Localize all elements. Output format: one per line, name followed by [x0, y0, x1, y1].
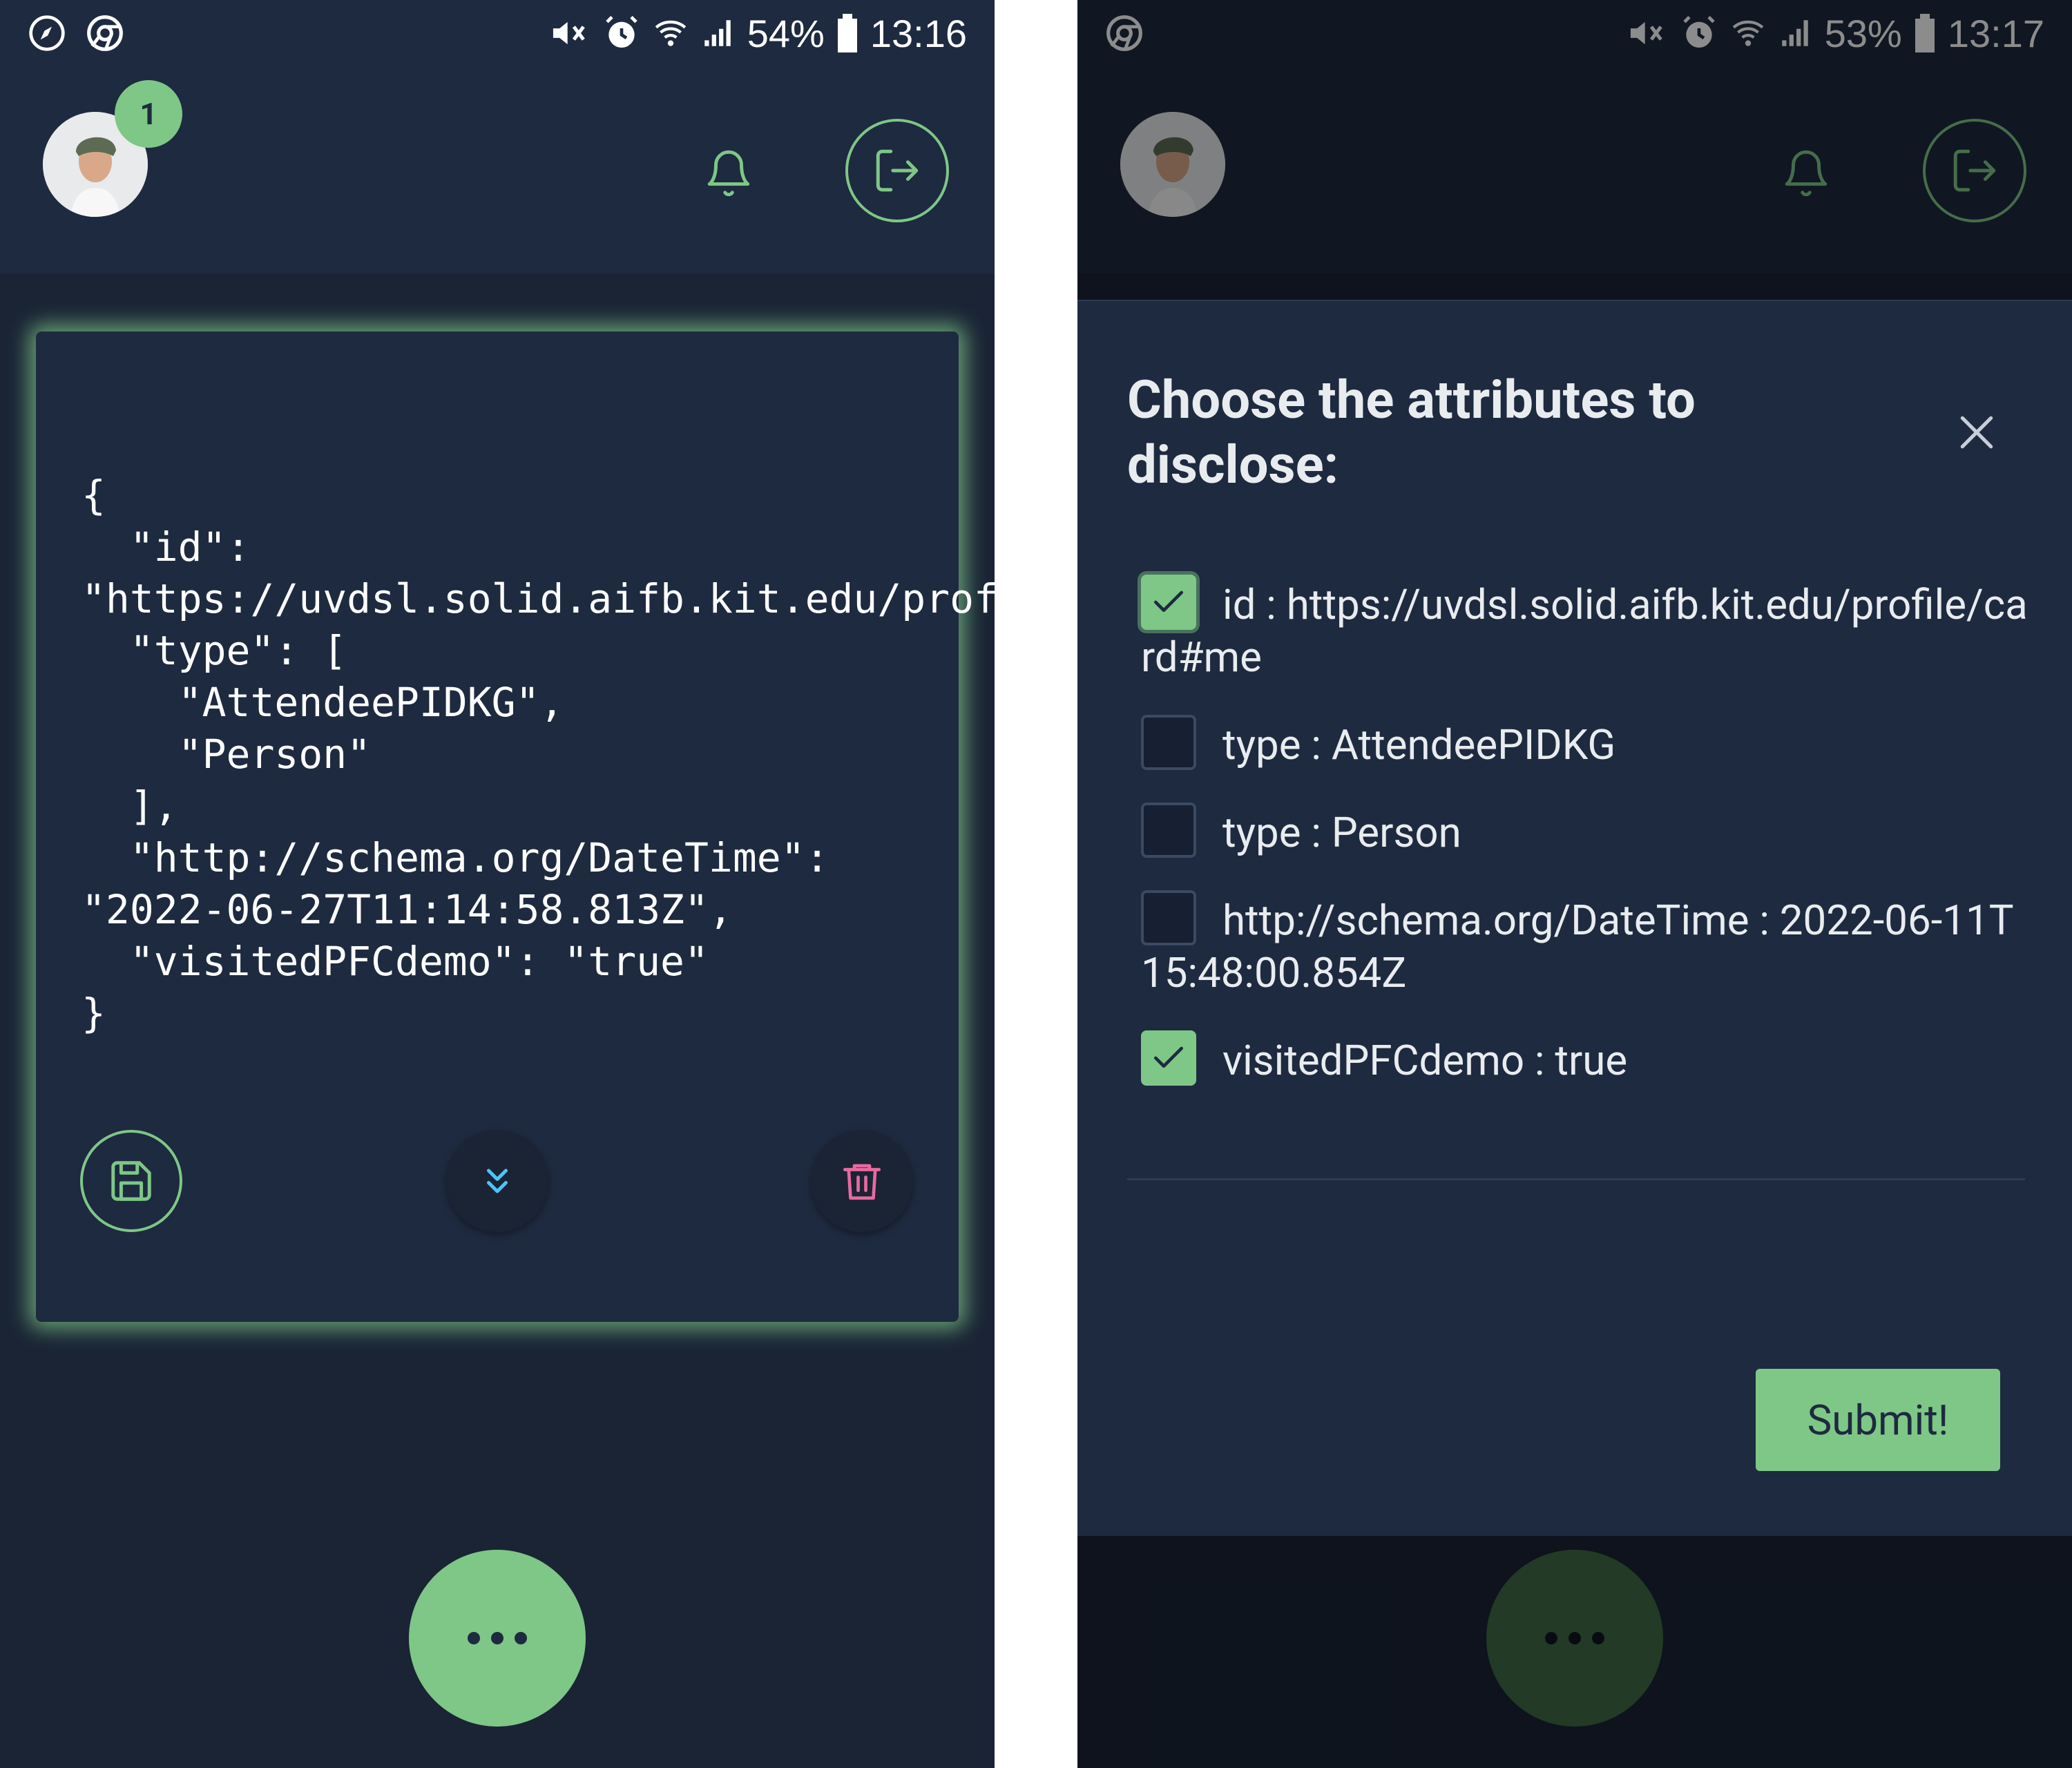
more-dot-icon	[515, 1632, 527, 1644]
battery-icon	[837, 14, 858, 52]
attribute-label: type : AttendeePIDKG	[1222, 720, 1616, 769]
bell-icon	[707, 150, 750, 197]
credential-card: { "id": "https://uvdsl.solid.aifb.kit.ed…	[36, 332, 995, 1322]
notification-count-badge: 1	[115, 80, 182, 148]
attribute-checkbox-id[interactable]	[1141, 575, 1196, 630]
signal-icon	[700, 14, 735, 52]
attribute-checkbox-visited[interactable]	[1141, 1030, 1196, 1086]
attribute-checkbox-datetime[interactable]	[1141, 890, 1196, 945]
attribute-item-visited: visitedPFCdemo : true	[1141, 1030, 2032, 1087]
disclose-dialog: Choose the attributes to disclose: id : …	[1077, 300, 2072, 1536]
more-actions-fab[interactable]	[409, 1550, 586, 1727]
wifi-icon	[653, 14, 688, 52]
attribute-item-type-person: type : Person	[1141, 803, 2032, 859]
logout-button[interactable]	[845, 119, 949, 222]
attribute-item-datetime: http://schema.org/DateTime : 2022-06-11T…	[1141, 890, 2032, 999]
attribute-label: http://schema.org/DateTime : 2022-06-11T…	[1141, 896, 2014, 997]
dialog-title: Choose the attributes to disclose:	[1127, 369, 1696, 496]
expand-button[interactable]	[446, 1130, 548, 1232]
attribute-checkbox-type-attendee[interactable]	[1141, 715, 1196, 770]
clock: 13:16	[870, 11, 967, 55]
attribute-item-id: id : https://uvdsl.solid.aifb.kit.edu/pr…	[1141, 575, 2032, 684]
attribute-item-type-attendee: type : AttendeePIDKG	[1141, 715, 2032, 771]
trash-icon	[843, 1164, 881, 1200]
mute-icon	[548, 14, 590, 52]
chevrons-down-icon	[487, 1169, 508, 1193]
save-icon	[111, 1161, 151, 1201]
attribute-checkbox-type-person[interactable]	[1141, 803, 1196, 858]
save-button[interactable]	[80, 1130, 182, 1232]
delete-button[interactable]	[811, 1130, 913, 1232]
divider	[1127, 1178, 2025, 1180]
battery-percentage: 54%	[747, 11, 825, 55]
attribute-label: visitedPFCdemo : true	[1222, 1036, 1628, 1085]
more-dot-icon	[491, 1632, 503, 1644]
checkmark-icon	[1154, 1046, 1183, 1068]
compass-icon	[28, 14, 66, 52]
app-header: 1	[0, 66, 995, 273]
attribute-label: id : https://uvdsl.solid.aifb.kit.edu/pr…	[1141, 580, 2028, 682]
close-dialog-button[interactable]	[1949, 405, 2004, 460]
phone-screen-credential: 54% 13:16 1 { "id": "https://uvdsl.solid…	[0, 0, 995, 1768]
notifications-button[interactable]	[698, 142, 760, 204]
alarm-icon	[602, 14, 641, 52]
attribute-label: type : Person	[1222, 808, 1461, 857]
attribute-list: id : https://uvdsl.solid.aifb.kit.edu/pr…	[1141, 575, 2032, 1118]
phone-screen-disclose: 53% 13:17 Choose the attributes to discl…	[1077, 0, 2072, 1768]
close-icon	[1960, 416, 1993, 449]
submit-button[interactable]: Submit!	[1756, 1369, 2000, 1471]
credential-json: { "id": "https://uvdsl.solid.aifb.kit.ed…	[81, 472, 995, 1037]
checkmark-icon	[1154, 590, 1183, 612]
chrome-icon	[86, 14, 124, 52]
more-dot-icon	[468, 1632, 480, 1644]
status-bar: 54% 13:16	[0, 0, 995, 66]
logout-icon	[876, 149, 919, 192]
